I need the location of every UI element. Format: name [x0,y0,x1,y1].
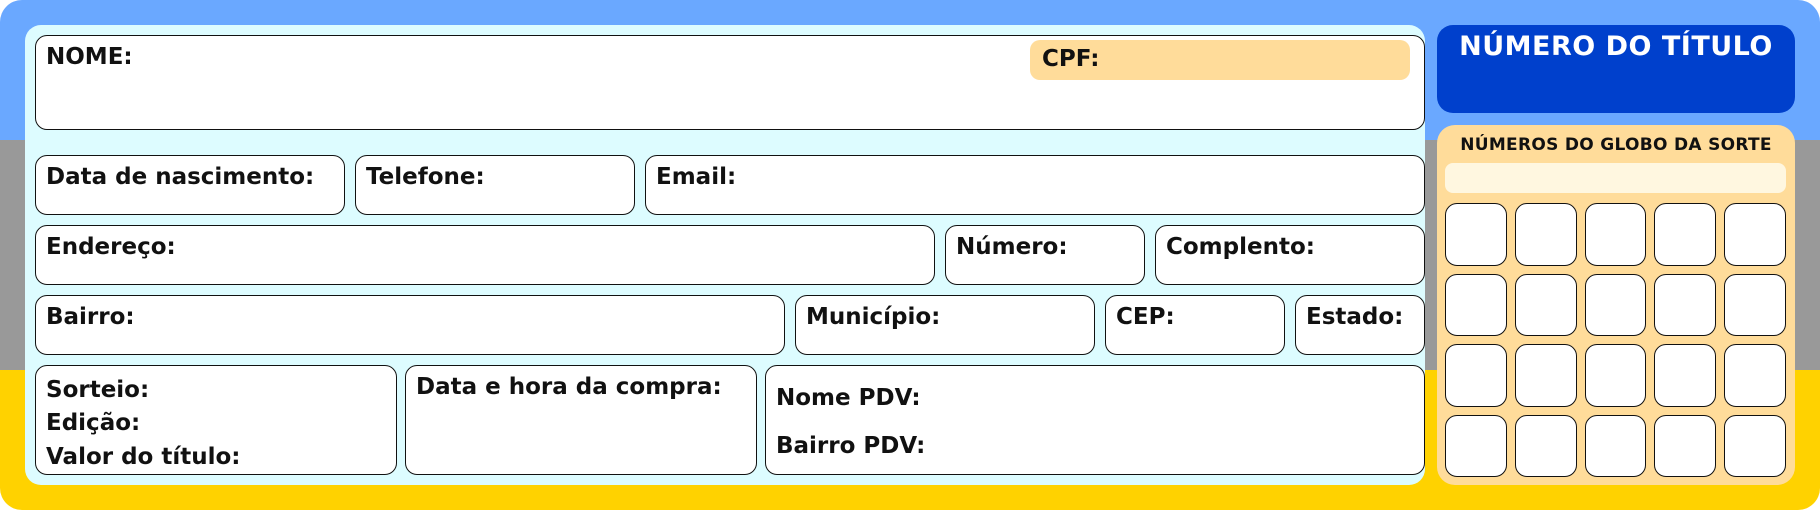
numero-label: Número: [956,234,1068,260]
pdv-field[interactable]: Nome PDV: Bairro PDV: [765,365,1425,475]
globo-number-cell[interactable] [1584,273,1647,336]
globo-number-cell[interactable] [1654,344,1717,407]
municipio-field[interactable]: Município: [795,295,1095,355]
globo-number-cell[interactable] [1654,414,1717,477]
globo-strip [1445,163,1786,193]
complemento-label: Complento: [1166,234,1315,260]
estado-field[interactable]: Estado: [1295,295,1425,355]
globo-number-cell[interactable] [1584,203,1647,266]
globo-number-cell[interactable] [1514,273,1577,336]
globo-title: NÚMEROS DO GLOBO DA SORTE [1460,135,1772,155]
sorteio-field[interactable]: Sorteio: Edição: Valor do título: [35,365,397,475]
cpf-field[interactable]: CPF: [1030,40,1410,80]
globo-number-cell[interactable] [1445,414,1507,477]
municipio-label: Município: [806,304,941,330]
globo-number-cell[interactable] [1724,414,1786,477]
bairro-pdv-label: Bairro PDV: [776,433,926,460]
globo-number-cell[interactable] [1584,344,1647,407]
telefone-label: Telefone: [366,164,485,190]
globo-number-cell[interactable] [1445,344,1507,407]
numero-field[interactable]: Número: [945,225,1145,285]
valor-label: Valor do título: [46,443,241,470]
form-panel: NOME: Data de nascimento: Telefone: Emai… [25,25,1425,485]
title-card: NOME: Data de nascimento: Telefone: Emai… [0,0,1820,510]
globo-number-cell[interactable] [1445,273,1507,336]
data-compra-field[interactable]: Data e hora da compra: [405,365,757,475]
endereco-label: Endereço: [46,234,176,260]
email-label: Email: [656,164,737,190]
globo-number-cell[interactable] [1584,414,1647,477]
edicao-label: Edição: [46,410,141,437]
bairro-field[interactable]: Bairro: [35,295,785,355]
numero-titulo-box: NÚMERO DO TÍTULO [1437,25,1795,113]
globo-number-cell[interactable] [1514,344,1577,407]
cep-label: CEP: [1116,304,1175,330]
endereco-field[interactable]: Endereço: [35,225,935,285]
complemento-field[interactable]: Complento: [1155,225,1425,285]
globo-number-cell[interactable] [1724,273,1786,336]
telefone-field[interactable]: Telefone: [355,155,635,215]
bairro-label: Bairro: [46,304,135,330]
globo-number-cell[interactable] [1514,414,1577,477]
nascimento-label: Data de nascimento: [46,164,315,190]
globo-da-sorte-panel: NÚMEROS DO GLOBO DA SORTE [1437,125,1795,485]
cpf-label: CPF: [1042,46,1100,72]
globo-number-grid [1445,203,1786,477]
numero-titulo-label: NÚMERO DO TÍTULO [1459,31,1773,62]
nascimento-field[interactable]: Data de nascimento: [35,155,345,215]
data-compra-label: Data e hora da compra: [416,374,722,400]
globo-number-cell[interactable] [1724,203,1786,266]
estado-label: Estado: [1306,304,1404,330]
globo-number-cell[interactable] [1654,273,1717,336]
globo-number-cell[interactable] [1514,203,1577,266]
globo-number-cell[interactable] [1724,344,1786,407]
globo-number-cell[interactable] [1654,203,1717,266]
email-field[interactable]: Email: [645,155,1425,215]
cep-field[interactable]: CEP: [1105,295,1285,355]
nome-pdv-label: Nome PDV: [776,385,921,411]
sorteio-label: Sorteio: [46,377,150,403]
globo-number-cell[interactable] [1445,203,1507,266]
